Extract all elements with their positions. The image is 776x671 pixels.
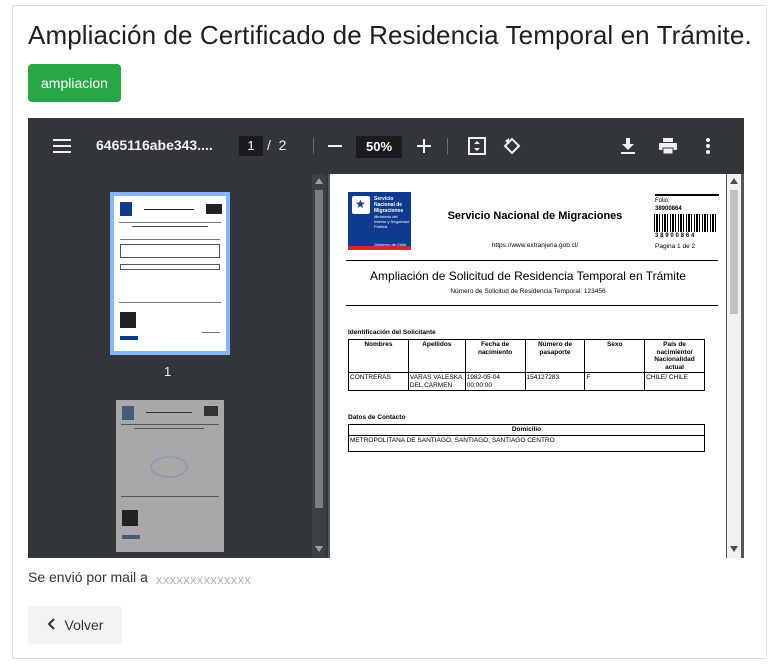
thumbnail-page-number: 1 [164,364,172,379]
zoom-in-icon[interactable] [415,136,433,156]
page-separator: / [267,137,271,153]
page-scrollbar[interactable] [727,174,741,558]
page-thumbnail-1[interactable] [110,192,230,355]
pdf-page: ★ Servicio Nacional de Migraciones Minis… [330,174,726,558]
contact-section-label: Datos de Contacto [348,414,406,421]
column-header: Domicilio [348,424,705,436]
page-count: / 2 [267,137,286,153]
column-header: Fecha de nacimiento [464,339,526,373]
column-header: Nombres [348,339,409,373]
print-icon[interactable] [658,136,678,156]
thumbnail-scrollbar[interactable] [312,174,326,558]
toolbar-divider [447,138,448,154]
rotate-icon[interactable] [502,136,522,156]
barcode-digits: 38900864 [655,233,697,239]
sent-by-mail-label: Se envió por mail a [28,569,148,585]
ampliacion-button[interactable]: ampliacion [28,64,121,102]
column-header: Apellidos [407,339,466,373]
table-cell: 1982-05-04 00:00:00 [464,372,526,391]
folio-divider [655,194,719,196]
table-cell: CHILE/ CHILE [644,372,705,391]
table-row: CONTRERAS VARAS VALESKA DEL CARMEN 1982-… [348,372,705,391]
table-cell: 154127283 [524,372,586,391]
thumbnail-panel: 1 [28,174,328,558]
migraciones-logo: ★ Servicio Nacional de Migraciones Minis… [348,192,411,250]
divider [346,260,718,261]
pdf-page-area: ★ Servicio Nacional de Migraciones Minis… [330,174,726,558]
table-cell: CONTRERAS [348,372,409,391]
applicant-section-label: Identificación del Solicitante [348,329,436,336]
sent-email-address: xxxxxxxxxxxxxx [156,572,252,587]
chevron-left-icon [47,617,55,633]
total-pages: 2 [278,137,287,153]
back-button-label: Volver [64,617,104,633]
contact-table: Domicilio METROPOLITANA DE SANTIAGO, SAN… [348,424,705,452]
service-name: Servicio Nacional de Migraciones [447,210,623,222]
folio-number: 38900864 [655,206,682,212]
table-row: METROPOLITANA DE SANTIAGO, SANTIAGO, SAN… [348,434,705,452]
document-title: Ampliación de Solicitud de Residencia Te… [370,269,686,283]
fit-to-page-icon[interactable] [467,136,487,156]
divider [346,305,718,306]
service-url: https://www.extranjeria.gob.cl/ [491,242,579,249]
applicant-table: Nombres Apellidos Fecha de nacimiento Nú… [348,339,705,391]
table-cell: METROPOLITANA DE SANTIAGO, SANTIAGO, SAN… [348,434,705,452]
column-header: Sexo [584,339,646,373]
back-button[interactable]: Volver [28,606,122,644]
column-header: País de nacimiento/ Nacionalidad actual [644,339,705,373]
page-thumbnail-2[interactable] [116,400,224,552]
content-card: Ampliación de Certificado de Residencia … [12,5,767,659]
pdf-viewer: 6465116abe343.... 1 / 2 50% 1 ★ Servicio… [28,118,744,558]
more-options-icon[interactable] [700,136,716,156]
pdf-page-label: Pagina 1 de 2 [655,243,696,250]
zoom-out-icon[interactable] [326,136,344,156]
document-subtitle: Número de Solicitud de Residencia Tempor… [450,288,606,295]
pdf-toolbar: 6465116abe343.... 1 / 2 50% [28,118,744,174]
column-header: Número de pasaporte [524,339,586,373]
toolbar-divider [313,138,314,154]
pdf-file-name: 6465116abe343.... [96,137,213,153]
barcode [654,214,718,232]
table-cell: F [584,372,646,391]
folio-label: Folio: [655,198,670,204]
page-number-input[interactable]: 1 [239,136,263,156]
menu-icon[interactable] [52,136,72,156]
zoom-level-input[interactable]: 50% [356,136,402,158]
download-icon[interactable] [618,136,638,156]
table-header-row: Nombres Apellidos Fecha de nacimiento Nú… [348,339,705,373]
page-title: Ampliación de Certificado de Residencia … [28,20,752,50]
table-cell: VARAS VALESKA DEL CARMEN [407,372,466,391]
table-header-row: Domicilio [348,424,705,436]
